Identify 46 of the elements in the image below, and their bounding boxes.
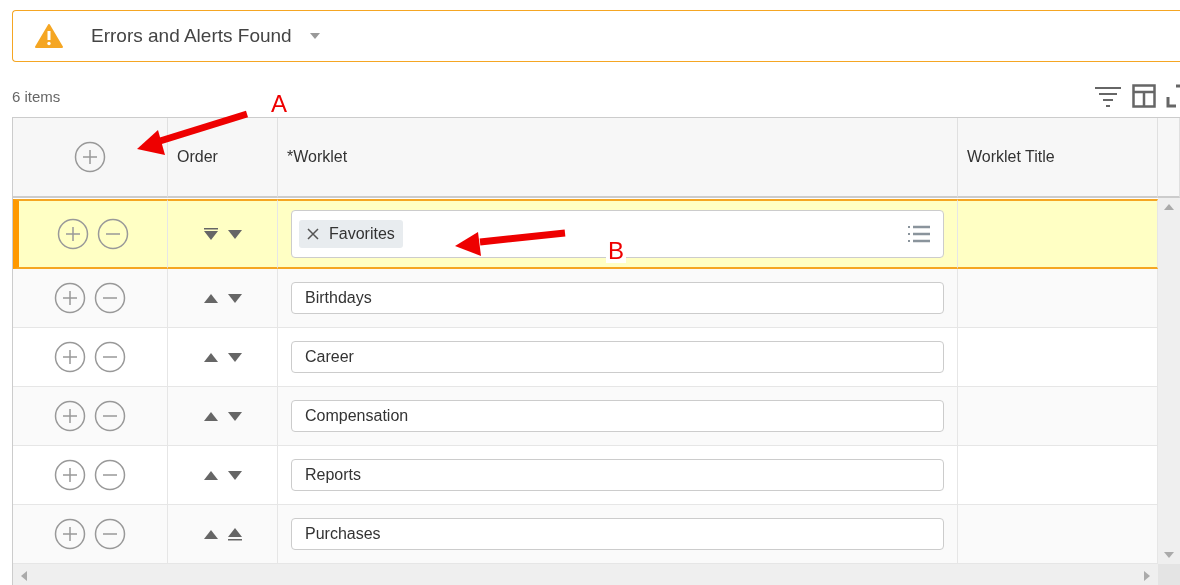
caret-icon[interactable] xyxy=(309,33,320,39)
scroll-up-icon[interactable] xyxy=(1164,204,1174,210)
remove-icon[interactable] xyxy=(94,459,126,491)
text-field[interactable]: Compensation xyxy=(291,400,944,432)
column-header: Worklet Title xyxy=(958,118,1158,198)
filter-icon[interactable] xyxy=(1094,85,1122,107)
expand-icon[interactable] xyxy=(1166,84,1180,108)
text-field[interactable]: Purchases xyxy=(291,518,944,550)
remove-icon[interactable] xyxy=(97,218,129,250)
scroll-left-icon[interactable] xyxy=(21,571,27,581)
add-row-icon[interactable] xyxy=(74,141,106,173)
add-icon[interactable] xyxy=(54,459,86,491)
horizontal-scrollbar[interactable] xyxy=(13,564,1158,585)
item-count: 6 items xyxy=(12,87,61,105)
triangle-down-icon[interactable] xyxy=(226,350,243,364)
vertical-scrollbar[interactable] xyxy=(1158,198,1180,564)
add-icon[interactable] xyxy=(54,400,86,432)
columns-icon[interactable] xyxy=(1132,84,1156,108)
remove-icon[interactable] xyxy=(94,341,126,373)
triangle-down-bar-icon[interactable] xyxy=(202,227,219,241)
tag-label: Favorites xyxy=(329,225,395,243)
triangle-down-icon[interactable] xyxy=(226,468,243,482)
add-icon[interactable] xyxy=(54,341,86,373)
add-icon[interactable] xyxy=(57,218,89,250)
triangle-down-icon[interactable] xyxy=(226,291,243,305)
remove-icon[interactable] xyxy=(94,518,126,550)
alert-title: Errors and Alerts Found xyxy=(91,25,292,47)
triangle-down-icon[interactable] xyxy=(226,227,243,241)
annotation-label: A xyxy=(271,92,287,116)
triangle-down-icon[interactable] xyxy=(226,409,243,423)
text-field[interactable]: Career xyxy=(291,341,944,373)
triangle-up-bar-icon[interactable] xyxy=(226,527,243,541)
close-icon[interactable] xyxy=(307,228,319,240)
remove-icon[interactable] xyxy=(94,282,126,314)
list-icon[interactable] xyxy=(907,224,931,244)
add-icon[interactable] xyxy=(54,518,86,550)
add-icon[interactable] xyxy=(54,282,86,314)
text-field[interactable]: Reports xyxy=(291,459,944,491)
scroll-right-icon[interactable] xyxy=(1144,571,1150,581)
text-field[interactable]: Birthdays xyxy=(291,282,944,314)
scroll-down-icon[interactable] xyxy=(1164,552,1174,558)
remove-icon[interactable] xyxy=(94,400,126,432)
annotation-label: B xyxy=(606,239,626,263)
column-header: Order xyxy=(168,118,278,198)
column-header: *Worklet xyxy=(278,118,958,198)
warning-icon xyxy=(35,24,63,48)
